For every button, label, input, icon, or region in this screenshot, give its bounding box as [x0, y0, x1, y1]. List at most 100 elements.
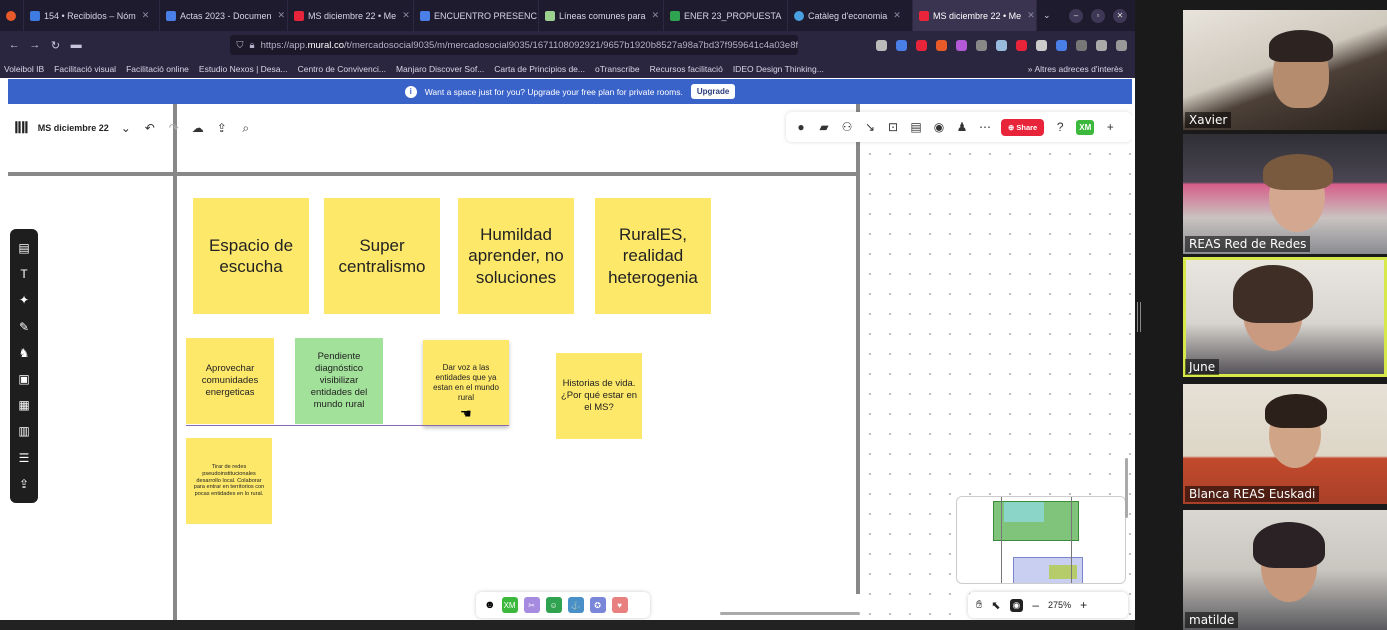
extension-icon[interactable]: [916, 39, 928, 51]
timer-icon[interactable]: ●: [794, 120, 808, 134]
tab-1[interactable]: Actas 2023 - Documen ✕: [160, 0, 288, 31]
panel-resize-handle[interactable]: [1137, 302, 1141, 332]
close-icon[interactable]: ✕: [278, 10, 286, 21]
extension-icon[interactable]: [976, 39, 988, 51]
tab-7-active[interactable]: MS diciembre 22 • Me ✕: [913, 0, 1037, 31]
image-icon[interactable]: ▣: [17, 372, 31, 386]
tab-2[interactable]: MS diciembre 22 • Me ✕: [288, 0, 414, 31]
zoom-level[interactable]: 275%: [1048, 600, 1071, 610]
zoom-in-icon[interactable]: +: [1080, 598, 1087, 612]
bookmark-item[interactable]: Centro de Convivenci...: [298, 64, 386, 74]
mural-canvas[interactable]: ⅡⅡ MS diciembre 22 ⌄ ↶ ↷ ☁ ⇪ ⌕ ● ▰ ⚇ ↘ ⊡…: [8, 104, 1132, 620]
draw-icon[interactable]: ✎: [17, 320, 31, 334]
participant-video-tile[interactable]: matilde: [1183, 510, 1387, 630]
icons-icon[interactable]: ♞: [17, 346, 31, 360]
close-icon[interactable]: ✕: [1027, 10, 1035, 21]
bookmark-item[interactable]: IDEO Design Thinking...: [733, 64, 824, 74]
sticky-note[interactable]: Humildad aprender, no soluciones: [458, 198, 574, 314]
sticky-note[interactable]: RuralES, realidad heterogenia: [595, 198, 711, 314]
templates-icon[interactable]: ☰: [17, 451, 31, 465]
app-icon[interactable]: ✪: [589, 597, 606, 613]
bookmark-item[interactable]: Voleibol IB: [4, 64, 44, 74]
participant-video-tile[interactable]: Blanca REAS Euskadi: [1183, 384, 1387, 504]
outline-icon[interactable]: ▤: [909, 120, 923, 134]
sticky-note[interactable]: Aprovechar comunidades energeticas: [186, 338, 274, 424]
close-icon[interactable]: ✕: [893, 10, 901, 21]
hand-icon[interactable]: ✋︎: [976, 599, 982, 612]
lock-icon[interactable]: ⊡: [886, 120, 900, 134]
bookmark-item[interactable]: Facilitació visual: [54, 64, 116, 74]
horizontal-scrollbar[interactable]: [720, 612, 860, 615]
shapes-icon[interactable]: ✦: [17, 293, 31, 307]
bookmark-sidebar-icon[interactable]: ▬: [70, 39, 83, 51]
minimap[interactable]: [956, 496, 1126, 584]
app-icon[interactable]: ⚓: [567, 597, 584, 613]
tab-0[interactable]: 154 • Recibidos – Nóm ✕: [24, 0, 160, 31]
bookmark-item[interactable]: Carta de Principios de...: [494, 64, 585, 74]
browser-menu-icon[interactable]: [0, 0, 24, 31]
overflow-icon[interactable]: [1076, 39, 1088, 51]
sticky-note[interactable]: Espacio de escucha: [193, 198, 309, 314]
sticky-note[interactable]: Historias de vida. ¿Por qué estar en el …: [556, 353, 642, 439]
back-icon[interactable]: ←: [8, 39, 21, 51]
extension-icon[interactable]: [996, 39, 1008, 51]
bookmark-item[interactable]: Facilitació online: [126, 64, 189, 74]
extension-icon[interactable]: [1016, 39, 1028, 51]
zoom-out-icon[interactable]: –: [1032, 598, 1039, 612]
vertical-scrollbar[interactable]: [1125, 458, 1128, 518]
sticky-note[interactable]: Tirar de redes pseudoinstitucionales des…: [186, 438, 272, 524]
tab-5[interactable]: ENER 23_PROPUESTA✕: [664, 0, 788, 31]
redo-icon[interactable]: ↷: [167, 121, 181, 135]
sticky-note[interactable]: Pendiente diagnóstico visibilizar entida…: [295, 338, 383, 424]
avatar[interactable]: XM: [1076, 119, 1095, 135]
forward-icon[interactable]: →: [29, 39, 42, 51]
app-icon[interactable]: ☺: [545, 597, 562, 613]
comment-icon[interactable]: ▰: [817, 120, 831, 134]
close-icon[interactable]: ✕: [402, 10, 410, 21]
tab-list-chevron-icon[interactable]: ⌄: [1037, 0, 1059, 31]
sticky-note[interactable]: Super centralismo: [324, 198, 440, 314]
fit-icon[interactable]: ◉: [1009, 598, 1024, 612]
maximize-icon[interactable]: ▫: [1091, 8, 1105, 23]
search-icon[interactable]: ⌕: [239, 121, 253, 136]
minimize-icon[interactable]: –: [1069, 8, 1083, 23]
more-icon[interactable]: ⋯: [978, 120, 992, 134]
add-member-icon[interactable]: +: [1103, 120, 1117, 134]
emoji-icon[interactable]: ☻: [484, 599, 496, 611]
tab-6[interactable]: Catàleg d'economia ✕: [788, 0, 913, 31]
undo-icon[interactable]: ↶: [143, 121, 157, 135]
tab-3[interactable]: ENCUENTRO PRESENC✕: [414, 0, 539, 31]
url-bar[interactable]: ⛉ 🔒︎ https://app.mural.co/t/mercadosocia…: [230, 35, 799, 55]
cloud-icon[interactable]: ☁: [191, 121, 205, 135]
laser-pointer-icon[interactable]: ↘: [863, 120, 877, 134]
extension-icon[interactable]: [956, 39, 968, 51]
binoculars-icon[interactable]: ⚇: [840, 120, 854, 134]
upgrade-button[interactable]: Upgrade: [690, 84, 736, 99]
table-icon[interactable]: ▥: [17, 424, 31, 438]
mural-logo-icon[interactable]: ⅡⅡ: [14, 118, 29, 138]
export-icon[interactable]: ⇪: [215, 121, 229, 135]
text-icon[interactable]: T: [17, 267, 31, 281]
sticky-note-icon[interactable]: ▤: [17, 241, 31, 255]
frameworks-icon[interactable]: ▦: [17, 398, 31, 412]
close-icon[interactable]: ✕: [652, 10, 660, 21]
participant-video-tile[interactable]: REAS Red de Redes: [1183, 134, 1387, 254]
app-icon[interactable]: ♥: [611, 597, 628, 613]
bookmarks-overflow[interactable]: » Altres adreces d'interès: [1028, 64, 1131, 74]
bookmark-item[interactable]: Estudio Nexos | Desa...: [199, 64, 288, 74]
account-icon[interactable]: [1096, 39, 1108, 51]
extension-icon[interactable]: [896, 39, 908, 51]
avatar[interactable]: XM: [501, 597, 518, 613]
pocket-icon[interactable]: [876, 39, 888, 51]
bookmark-item[interactable]: Recursos facilitació: [650, 64, 723, 74]
connector-line[interactable]: [186, 425, 509, 426]
extension-icon[interactable]: [936, 39, 948, 51]
extension-icon[interactable]: [1056, 39, 1068, 51]
select-icon[interactable]: ⬉: [991, 599, 1000, 612]
share-button[interactable]: ⊕ Share: [1001, 118, 1045, 136]
menu-icon[interactable]: [1116, 39, 1128, 51]
reload-icon[interactable]: ↻: [49, 39, 62, 52]
users-icon[interactable]: ♟: [955, 120, 969, 134]
help-icon[interactable]: ?: [1053, 120, 1067, 134]
library-icon[interactable]: [1036, 39, 1048, 51]
